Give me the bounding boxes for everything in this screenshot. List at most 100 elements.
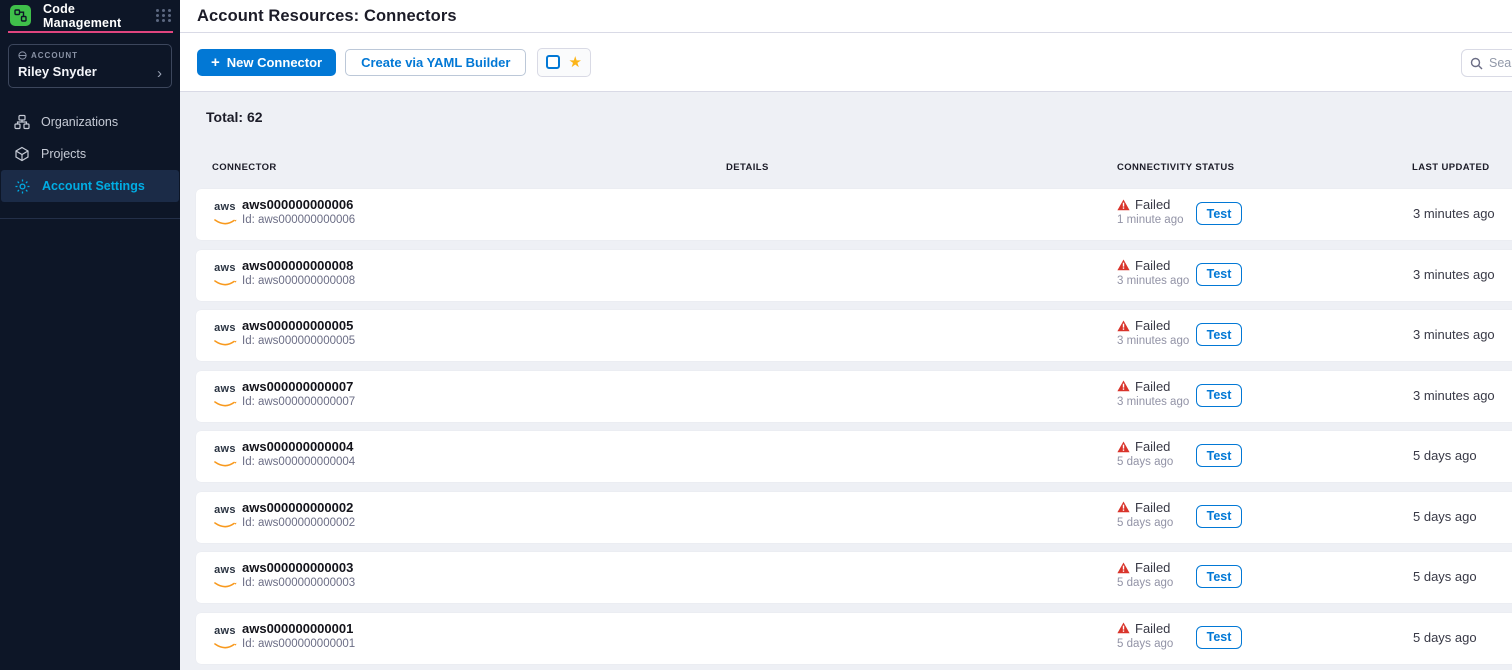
last-updated: 3 minutes ago xyxy=(1413,267,1495,282)
connector-name-block: aws000000000004 Id: aws000000000004 xyxy=(242,439,355,468)
status-text: Failed xyxy=(1135,318,1170,333)
warning-triangle-icon xyxy=(1117,199,1130,211)
table-row[interactable]: aws aws000000000003 Id: aws000000000003 … xyxy=(196,552,1512,603)
column-header-details: DETAILS xyxy=(726,162,769,173)
connectivity-status: Failed 5 days ago xyxy=(1117,500,1173,529)
table-row[interactable]: aws aws000000000006 Id: aws000000000006 … xyxy=(196,189,1512,240)
sidebar-header: Code Management xyxy=(0,0,180,31)
toolbar: + New Connector Create via YAML Builder … xyxy=(180,33,1512,92)
warning-triangle-icon xyxy=(1117,320,1130,332)
table-row[interactable]: aws aws000000000007 Id: aws000000000007 … xyxy=(196,371,1512,422)
warning-triangle-icon xyxy=(1117,380,1130,392)
sidebar: Code Management ACCOUNT Riley Snyder › O… xyxy=(0,0,180,670)
warning-triangle-icon xyxy=(1117,562,1130,574)
connectivity-status: Failed 5 days ago xyxy=(1117,560,1173,589)
connector-id: Id: aws000000000008 xyxy=(242,275,355,287)
table-row[interactable]: aws aws000000000002 Id: aws000000000002 … xyxy=(196,492,1512,543)
warning-triangle-icon xyxy=(1117,622,1130,634)
warning-triangle-icon xyxy=(1117,259,1130,271)
new-connector-button[interactable]: + New Connector xyxy=(197,49,336,76)
connector-name: aws000000000005 xyxy=(242,318,355,333)
connectivity-status: Failed 1 minute ago xyxy=(1117,197,1184,226)
test-button[interactable]: Test xyxy=(1196,384,1242,407)
connector-name-block: aws000000000007 Id: aws000000000007 xyxy=(242,379,355,408)
table-row[interactable]: aws aws000000000001 Id: aws000000000001 … xyxy=(196,613,1512,664)
test-button[interactable]: Test xyxy=(1196,505,1242,528)
last-updated: 5 days ago xyxy=(1413,448,1477,463)
connector-name: aws000000000002 xyxy=(242,500,355,515)
test-button[interactable]: Test xyxy=(1196,444,1242,467)
table-row[interactable]: aws aws000000000005 Id: aws000000000005 … xyxy=(196,310,1512,361)
total-count: Total: 62 xyxy=(206,109,263,125)
search-box[interactable] xyxy=(1461,49,1512,77)
favorites-checkbox[interactable] xyxy=(546,55,560,69)
connectors-content: Total: 62 CONNECTOR DETAILS CONNECTIVITY… xyxy=(180,92,1512,669)
connector-name-block: aws000000000006 Id: aws000000000006 xyxy=(242,197,355,226)
status-text: Failed xyxy=(1135,560,1170,575)
status-text: Failed xyxy=(1135,439,1170,454)
connector-id: Id: aws000000000005 xyxy=(242,335,355,347)
connector-id: Id: aws000000000003 xyxy=(242,577,355,589)
star-icon: ★ xyxy=(568,55,581,70)
sidebar-item-organizations[interactable]: Organizations xyxy=(0,106,180,138)
create-via-yaml-builder-button[interactable]: Create via YAML Builder xyxy=(345,49,526,76)
column-header-connectivity-status: CONNECTIVITY STATUS xyxy=(1117,162,1234,173)
status-time: 3 minutes ago xyxy=(1117,335,1189,347)
connector-name: aws000000000008 xyxy=(242,258,355,273)
search-input[interactable] xyxy=(1489,56,1512,70)
module-switcher-icon[interactable] xyxy=(156,9,172,22)
account-selector[interactable]: ACCOUNT Riley Snyder › xyxy=(8,44,172,88)
connector-name: aws000000000001 xyxy=(242,621,355,636)
plus-icon: + xyxy=(211,54,220,71)
gear-icon xyxy=(14,178,31,195)
connector-name: aws000000000003 xyxy=(242,560,355,575)
code-management-logo-icon[interactable] xyxy=(10,5,31,26)
connectivity-status: Failed 3 minutes ago xyxy=(1117,318,1189,347)
sidebar-accent-divider xyxy=(8,31,173,33)
last-updated: 3 minutes ago xyxy=(1413,388,1495,403)
status-time: 5 days ago xyxy=(1117,638,1173,650)
connectivity-status: Failed 3 minutes ago xyxy=(1117,258,1189,287)
status-time: 3 minutes ago xyxy=(1117,275,1189,287)
last-updated: 5 days ago xyxy=(1413,569,1477,584)
table-row[interactable]: aws aws000000000008 Id: aws000000000008 … xyxy=(196,250,1512,301)
connector-name-block: aws000000000008 Id: aws000000000008 xyxy=(242,258,355,287)
chevron-right-icon: › xyxy=(157,65,162,82)
test-button[interactable]: Test xyxy=(1196,323,1242,346)
sidebar-item-label: Organizations xyxy=(41,115,118,129)
aws-logo-icon: aws xyxy=(213,444,237,473)
aws-logo-icon: aws xyxy=(213,565,237,594)
test-button[interactable]: Test xyxy=(1196,263,1242,286)
test-button[interactable]: Test xyxy=(1196,565,1242,588)
organizations-icon xyxy=(13,114,30,131)
connector-id: Id: aws000000000002 xyxy=(242,517,355,529)
connector-id: Id: aws000000000006 xyxy=(242,214,355,226)
account-icon xyxy=(18,51,27,60)
column-header-last-updated: LAST UPDATED xyxy=(1412,162,1489,173)
connectivity-status: Failed 3 minutes ago xyxy=(1117,379,1189,408)
connector-id: Id: aws000000000001 xyxy=(242,638,355,650)
connector-name: aws000000000004 xyxy=(242,439,355,454)
connector-name: aws000000000006 xyxy=(242,197,355,212)
connector-name-block: aws000000000002 Id: aws000000000002 xyxy=(242,500,355,529)
test-button[interactable]: Test xyxy=(1196,202,1242,225)
connector-rows: aws aws000000000006 Id: aws000000000006 … xyxy=(196,189,1512,664)
last-updated: 3 minutes ago xyxy=(1413,327,1495,342)
status-time: 5 days ago xyxy=(1117,517,1173,529)
favorites-filter[interactable]: ★ xyxy=(537,48,590,77)
connector-name-block: aws000000000001 Id: aws000000000001 xyxy=(242,621,355,650)
warning-triangle-icon xyxy=(1117,441,1130,453)
test-button[interactable]: Test xyxy=(1196,626,1242,649)
sidebar-item-projects[interactable]: Projects xyxy=(0,138,180,170)
app-title: Code Management xyxy=(43,2,156,30)
connectivity-status: Failed 5 days ago xyxy=(1117,621,1173,650)
table-row[interactable]: aws aws000000000004 Id: aws000000000004 … xyxy=(196,431,1512,482)
aws-logo-icon: aws xyxy=(213,626,237,655)
search-icon xyxy=(1470,57,1483,70)
connector-name-block: aws000000000003 Id: aws000000000003 xyxy=(242,560,355,589)
aws-logo-icon: aws xyxy=(213,384,237,413)
last-updated: 5 days ago xyxy=(1413,509,1477,524)
status-time: 3 minutes ago xyxy=(1117,396,1189,408)
sidebar-item-account-settings[interactable]: Account Settings xyxy=(1,170,179,202)
status-time: 5 days ago xyxy=(1117,456,1173,468)
